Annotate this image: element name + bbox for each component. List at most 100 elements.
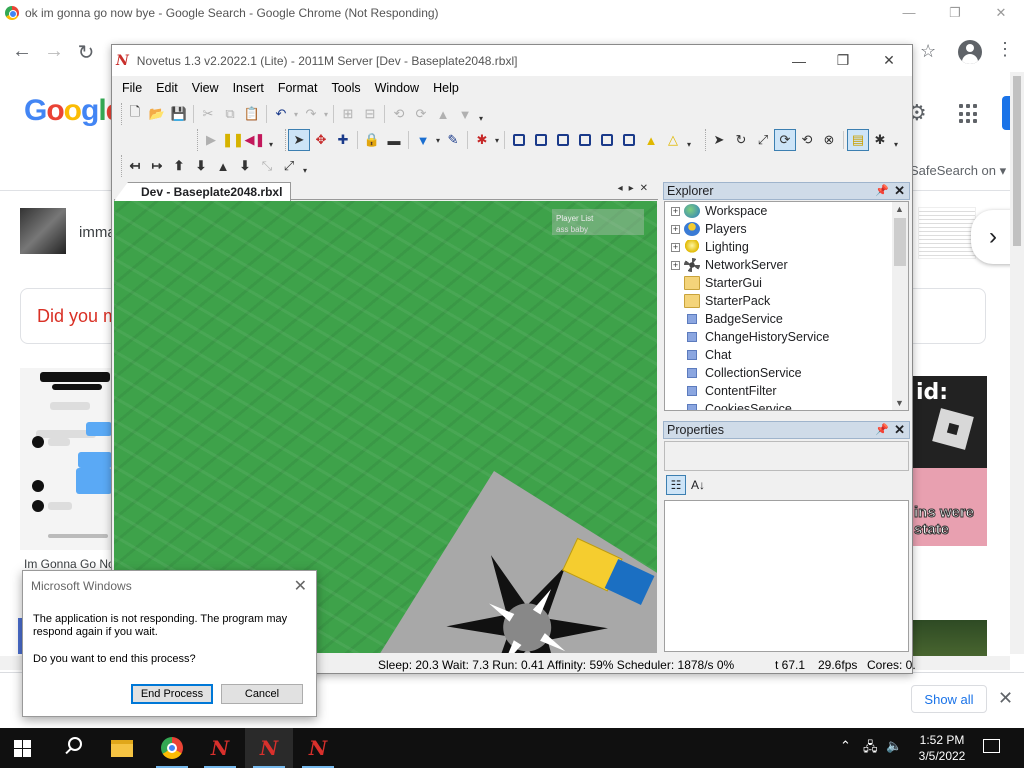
tree-item-changehistoryservice[interactable]: ChangeHistoryService: [665, 328, 829, 346]
move-tool-icon[interactable]: ✥: [310, 129, 332, 151]
sort-alpha-icon[interactable]: A↓: [688, 475, 708, 495]
taskbar-clock[interactable]: 1:52 PM 3/5/2022: [912, 732, 972, 764]
insert-model-icon[interactable]: [530, 129, 552, 151]
paint-bucket-icon[interactable]: ▼: [412, 129, 434, 151]
volume-tray-icon[interactable]: 🔈: [886, 738, 902, 754]
pause-icon[interactable]: ❚❚: [222, 129, 244, 151]
tree-item-lighting[interactable]: + Lighting: [665, 238, 749, 256]
search-icon[interactable]: [63, 737, 82, 755]
insert-cylinder-icon[interactable]: [596, 129, 618, 151]
close-icon[interactable]: ✕: [894, 422, 905, 438]
properties-grid[interactable]: [664, 500, 909, 652]
toolbar-overflow-icon[interactable]: ▾: [266, 131, 276, 149]
show-all-downloads-button[interactable]: Show all: [911, 685, 987, 713]
reset-icon[interactable]: ◀❚: [244, 129, 266, 151]
play-icon[interactable]: ▶: [200, 129, 222, 151]
pin-icon[interactable]: 📌: [875, 423, 889, 436]
collide-icon[interactable]: △: [662, 129, 684, 151]
taskbar-novetus-2[interactable]: N: [245, 728, 293, 768]
properties-object-field[interactable]: [664, 441, 909, 471]
novetus-close-button[interactable]: ✕: [866, 45, 912, 76]
taskbar-chrome[interactable]: [148, 728, 196, 768]
insert-seat-icon[interactable]: [618, 129, 640, 151]
chrome-menu-icon[interactable]: ⋮: [996, 39, 1014, 60]
novetus-minimize-button[interactable]: —: [776, 45, 822, 76]
redo-dropdown-icon[interactable]: ▾: [322, 103, 330, 125]
menu-insert[interactable]: Insert: [233, 81, 264, 95]
cancel-button[interactable]: Cancel: [221, 684, 303, 704]
tree-item-players[interactable]: + Players: [665, 220, 747, 238]
camera-pan-icon[interactable]: ⟳: [774, 129, 796, 151]
move-down-icon[interactable]: ▼: [454, 103, 476, 125]
dropper-icon[interactable]: ✎: [442, 129, 464, 151]
zoom-in-icon[interactable]: ⤡: [256, 155, 278, 177]
tools-icon[interactable]: ✱: [869, 129, 891, 151]
explorer-scrollbar[interactable]: ▲ ▼: [892, 202, 908, 410]
chrome-maximize-button[interactable]: ❐: [932, 0, 978, 25]
chrome-close-button[interactable]: ✕: [978, 0, 1024, 25]
open-folder-icon[interactable]: 📂: [146, 103, 168, 125]
scale-tool-icon[interactable]: ⤢: [752, 129, 774, 151]
surface-dropdown-icon[interactable]: ▾: [493, 129, 501, 151]
camera-rotate-icon[interactable]: ⟲: [796, 129, 818, 151]
redo-icon[interactable]: ↷: [300, 103, 322, 125]
close-download-bar-icon[interactable]: ✕: [998, 688, 1013, 709]
pan-left-icon[interactable]: ↤: [124, 155, 146, 177]
rotate-left-icon[interactable]: ⟲: [388, 103, 410, 125]
insert-sphere-icon[interactable]: [574, 129, 596, 151]
google-logo[interactable]: Google: [24, 94, 122, 128]
arrow-cursor-icon[interactable]: ➤: [708, 129, 730, 151]
reload-icon[interactable]: ↻: [72, 40, 100, 65]
menu-window[interactable]: Window: [375, 81, 419, 95]
result-thumbnail[interactable]: [20, 208, 66, 254]
surface-icon[interactable]: ✱: [471, 129, 493, 151]
document-tab[interactable]: Dev - Baseplate2048.rbxl: [114, 182, 292, 201]
explorer-tree[interactable]: + Workspace + Players + Lighting + NetworkSe…: [664, 201, 909, 411]
image-result-roblox[interactable]: id: ins were state: [912, 376, 987, 546]
pan-right-icon[interactable]: ↦: [146, 155, 168, 177]
ungroup-icon[interactable]: ⊟: [359, 103, 381, 125]
page-scrollbar[interactable]: [1010, 72, 1024, 654]
cut-icon[interactable]: ✂: [197, 103, 219, 125]
taskbar-novetus-3[interactable]: N: [294, 728, 342, 768]
tree-item-starterpack[interactable]: StarterPack: [665, 292, 770, 310]
move-up-icon[interactable]: ▲: [432, 103, 454, 125]
group-icon[interactable]: ⊞: [337, 103, 359, 125]
menu-help[interactable]: Help: [433, 81, 459, 95]
toolbar-overflow-icon[interactable]: ▾: [891, 131, 901, 149]
menu-edit[interactable]: Edit: [156, 81, 178, 95]
paste-icon[interactable]: 📋: [241, 103, 263, 125]
carousel-next-arrow-icon[interactable]: ›: [971, 210, 1015, 264]
camera-zoom-icon[interactable]: ⊗: [818, 129, 840, 151]
tree-item-networkserver[interactable]: + NetworkServer: [665, 256, 788, 274]
end-process-button[interactable]: End Process: [131, 684, 213, 704]
back-arrow-icon[interactable]: ←: [8, 40, 36, 63]
taskbar-file-explorer[interactable]: [98, 728, 146, 768]
toolbar-overflow-icon[interactable]: ▾: [684, 131, 694, 149]
menu-file[interactable]: File: [122, 81, 142, 95]
tree-item-cookiesservice[interactable]: CookiesService: [665, 400, 792, 410]
tilt-up-icon[interactable]: ⬆: [168, 155, 190, 177]
new-file-icon[interactable]: 🗋: [124, 103, 146, 125]
image-result-thumbnail[interactable]: [912, 620, 987, 656]
network-tray-icon[interactable]: 🖧: [863, 738, 878, 760]
paint-dropdown-icon[interactable]: ▾: [434, 129, 442, 151]
tab-nav-controls[interactable]: ◂▸✕: [618, 183, 654, 194]
notification-icon[interactable]: [983, 739, 1000, 753]
menu-tools[interactable]: Tools: [331, 81, 360, 95]
chrome-minimize-button[interactable]: —: [886, 0, 932, 25]
lock-icon[interactable]: 🔒: [361, 129, 383, 151]
google-apps-icon[interactable]: [959, 104, 979, 124]
forward-arrow-icon[interactable]: →: [40, 40, 68, 63]
tree-item-chat[interactable]: Chat: [665, 346, 731, 364]
tray-chevron-icon[interactable]: ⌃: [840, 738, 851, 754]
image-result-chat-screenshot[interactable]: [20, 368, 116, 550]
move-down-camera-icon[interactable]: ⬇: [234, 155, 256, 177]
related-thumbnail[interactable]: [918, 207, 976, 259]
start-windows-icon[interactable]: [14, 740, 31, 757]
tree-item-contentfilter[interactable]: ContentFilter: [665, 382, 777, 400]
zoom-extents-icon[interactable]: ⤢: [278, 155, 300, 177]
tree-item-workspace[interactable]: + Workspace: [665, 202, 767, 220]
copy-icon[interactable]: ⧉: [219, 103, 241, 125]
categorized-icon[interactable]: ☷: [666, 475, 686, 495]
